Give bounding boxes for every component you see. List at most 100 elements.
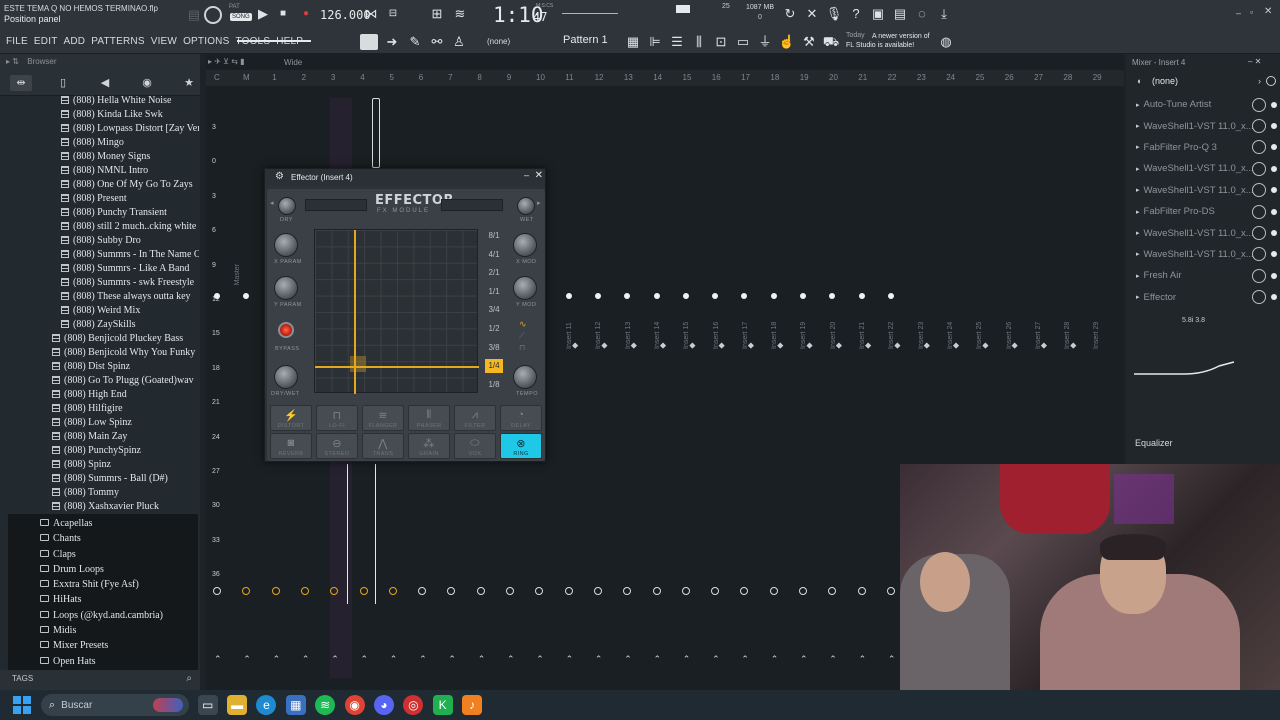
route-arrow-icon[interactable]: ⌃ (243, 654, 251, 665)
metronome-icon[interactable]: ⋈ (362, 5, 380, 23)
slot-mix-knob[interactable] (1252, 268, 1266, 283)
pan-knob[interactable] (858, 293, 865, 299)
stereo-separation-icon[interactable]: ⬥ (924, 340, 930, 351)
file-explorer-icon[interactable]: ▬ (227, 695, 248, 715)
tools-icon[interactable]: ⚒ (800, 33, 818, 51)
taskbar-search[interactable]: ⌕ Buscar (41, 694, 189, 716)
browser-file-item[interactable]: (808) Summrs - Like A Band (61, 262, 199, 276)
refresh-icon[interactable]: ↻ (781, 5, 799, 23)
route-arrow-icon[interactable]: ⌃ (771, 654, 779, 665)
slot-menu-icon[interactable]: ▸ (1136, 208, 1140, 216)
eq-curve[interactable] (1134, 354, 1244, 382)
effect-slot[interactable]: ▸ WaveShell1-VST 11.0_x... (1126, 158, 1280, 179)
browser-file-item[interactable]: (808) Subby Dro (61, 234, 199, 248)
stereo-separation-icon[interactable]: ⬥ (982, 340, 988, 351)
stereo-separation-icon[interactable]: ⬥ (894, 340, 900, 351)
effect-mode-button[interactable]: ⩘ FILTER (454, 405, 496, 431)
news-text[interactable]: A newer version of FL Studio is availabl… (846, 32, 934, 50)
app-red-icon[interactable]: ◎ (403, 695, 424, 715)
send-knob[interactable] (828, 587, 837, 595)
channel-none[interactable]: (none) (487, 37, 510, 46)
stereo-separation-icon[interactable]: ⬥ (777, 340, 783, 351)
mixer-icon[interactable]: ⫼ (690, 33, 708, 51)
browser-file-item[interactable]: (808) still 2 much..cking white noise (61, 220, 199, 234)
effect-mode-button[interactable]: ◔ DELAY (500, 405, 542, 431)
browser-file-item[interactable]: (808) Hella White Noise (61, 94, 199, 108)
browser-folder-item[interactable]: Midis (40, 623, 198, 638)
effect-mode-button[interactable]: ⦀ PHASER (408, 405, 450, 431)
slot-menu-icon[interactable]: ▸ (1136, 101, 1140, 109)
snap-icon[interactable]: ▤ (185, 6, 203, 24)
effect-slot[interactable]: ▸ Fresh Air (1126, 265, 1280, 286)
windows-start-icon[interactable] (13, 696, 31, 714)
browser-file-item[interactable]: (808) Lowpass Distort [Zay Version] (61, 122, 199, 136)
menu-patterns[interactable]: PATTERNS (91, 36, 144, 47)
route-arrow-icon[interactable]: ⌃ (331, 654, 339, 665)
record-button[interactable]: ● (297, 5, 315, 23)
slot-menu-icon[interactable]: ▸ (1136, 250, 1140, 258)
browser-file-item[interactable]: (808) Main Zay (52, 430, 199, 444)
effect-mode-button[interactable]: ⊗ RING (500, 433, 542, 459)
play-button[interactable]: ▶ (254, 5, 272, 23)
browser-file-item[interactable]: (808) Spinz (52, 458, 199, 472)
effector-titlebar[interactable]: ⚙ Effector (Insert 4) – ✕ (265, 169, 545, 186)
route-arrow-icon[interactable]: ⌃ (741, 654, 749, 665)
send-knob[interactable] (271, 587, 280, 595)
cart-icon[interactable]: ⛟ (822, 33, 840, 51)
browser-file-item[interactable]: (808) Hilfigire (52, 402, 199, 416)
send-knob[interactable] (213, 587, 221, 595)
slot-mix-knob[interactable] (1252, 247, 1266, 262)
slot-enable-toggle[interactable] (1271, 208, 1277, 215)
pan-knob[interactable] (682, 293, 689, 299)
browser-folder-item[interactable]: Drum Loops (40, 562, 198, 577)
timeline-ruler[interactable]: C M 1 2 3 4 5 6 7 8 9 10 11 12 13 14 15 16 17 18 19 20 21 22 23 2… (206, 70, 1124, 86)
mixer-output-knob[interactable] (1266, 76, 1276, 86)
master-pitch-line[interactable] (562, 13, 618, 14)
edge-icon[interactable]: e (256, 695, 277, 715)
master-volume-display[interactable] (676, 5, 690, 13)
link-icon[interactable]: ⚯ (428, 33, 446, 51)
browser-tab-all-icon[interactable]: ⇹ (10, 74, 32, 91)
pan-knob[interactable] (624, 293, 631, 299)
browser-folder-item[interactable]: Exxtra Shit (Fye Asf) (40, 577, 198, 592)
browser-file-item[interactable]: (808) NMNL Intro (61, 164, 199, 178)
save-icon[interactable]: ▣ (869, 5, 887, 23)
stereo-separation-icon[interactable]: ⬥ (1070, 340, 1076, 351)
slot-mix-knob[interactable] (1252, 140, 1266, 155)
browser-file-item[interactable]: (808) Tommy (52, 486, 199, 500)
stereo-separation-icon[interactable]: ⬥ (689, 340, 695, 351)
browser-file-item[interactable]: (808) Summrs - swk Freestyle (61, 276, 199, 290)
countdown-icon[interactable]: ⊞ (428, 5, 446, 23)
effect-slot[interactable]: ▸ Auto-Tune Artist (1126, 94, 1280, 115)
effect-mode-button[interactable]: ⬭ VOX (454, 433, 496, 459)
slot-mix-knob[interactable] (1252, 119, 1266, 134)
browser-file-item[interactable]: (808) One Of My Go To Zays (61, 178, 199, 192)
pattern-selector[interactable]: Pattern 1 (563, 34, 608, 46)
maximize-icon[interactable]: ▫ (1250, 7, 1253, 17)
browser-file-item[interactable]: (808) These always outta key (61, 290, 199, 304)
menu-options[interactable]: OPTIONS (183, 36, 229, 47)
slot-menu-icon[interactable]: ▸ (1136, 186, 1140, 194)
route-arrow-icon[interactable]: ⌃ (595, 654, 603, 665)
stereo-separation-icon[interactable]: ⬥ (719, 340, 725, 351)
send-knob[interactable] (681, 587, 690, 595)
send-knob[interactable] (740, 587, 749, 595)
app-green-icon[interactable]: K (432, 695, 453, 715)
effect-slot[interactable]: ▸ WaveShell1-VST 11.0_x... (1126, 222, 1280, 243)
send-knob[interactable] (242, 587, 251, 595)
browser-folder-item[interactable]: Acapellas (40, 516, 198, 531)
stereo-separation-icon[interactable]: ⬥ (806, 340, 812, 351)
slot-menu-icon[interactable]: ▸ (1136, 293, 1140, 301)
route-arrow-icon[interactable]: ⌃ (888, 654, 896, 665)
pan-knob[interactable] (712, 293, 719, 299)
route-arrow-icon[interactable]: ⌃ (800, 654, 808, 665)
send-knob[interactable] (388, 587, 397, 595)
browser-file-item[interactable]: (808) Dist Spinz (52, 360, 199, 374)
pan-knob[interactable] (243, 293, 250, 299)
chat-icon[interactable]: ◌ (913, 5, 931, 23)
stereo-separation-icon[interactable]: ⬥ (1041, 340, 1047, 351)
stereo-separation-icon[interactable]: ⬥ (865, 340, 871, 351)
send-knob[interactable] (300, 587, 309, 595)
stereo-separation-icon[interactable]: ⬥ (572, 340, 578, 351)
spotify-icon[interactable]: ≋ (315, 695, 336, 715)
